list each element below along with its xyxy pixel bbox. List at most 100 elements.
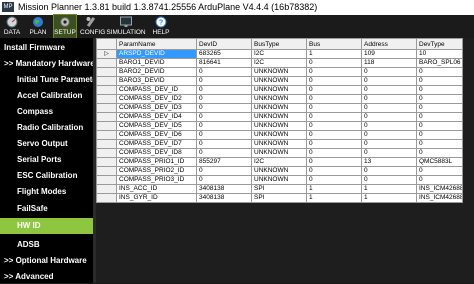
- table-cell[interactable]: COMPASS_DEV_ID5: [116, 121, 197, 131]
- table-cell[interactable]: 0: [361, 121, 417, 131]
- table-cell[interactable]: SPI: [251, 193, 307, 203]
- table-cell[interactable]: 0: [416, 130, 463, 140]
- table-cell[interactable]: 0: [306, 166, 362, 176]
- table-cell[interactable]: 0: [361, 94, 417, 104]
- table-row[interactable]: COMPASS_PRIO2_ID 0 UNKNOWN 0 0 0: [96, 166, 463, 176]
- config-button[interactable]: CONFIG: [80, 15, 105, 38]
- table-cell[interactable]: 0: [416, 67, 463, 77]
- row-header[interactable]: [96, 157, 117, 167]
- row-header[interactable]: [96, 184, 117, 194]
- table-cell[interactable]: I2C: [251, 58, 307, 68]
- sidebar-item-adsb[interactable]: ADSB: [0, 237, 93, 252]
- table-cell[interactable]: COMPASS_PRIO3_ID: [116, 175, 197, 185]
- table-cell[interactable]: 1: [361, 184, 417, 194]
- table-cell[interactable]: 0: [306, 76, 362, 86]
- sidebar-item-serial-ports[interactable]: Serial Ports: [0, 152, 93, 167]
- table-cell[interactable]: COMPASS_PRIO2_ID: [116, 166, 197, 176]
- plan-button[interactable]: PLAN: [27, 15, 49, 38]
- table-row[interactable]: COMPASS_PRIO3_ID 0 UNKNOWN 0 0 0: [96, 175, 463, 185]
- table-cell[interactable]: 0: [196, 175, 252, 185]
- row-header[interactable]: ▷: [96, 49, 117, 59]
- table-cell[interactable]: 0: [416, 112, 463, 122]
- table-cell[interactable]: 0: [306, 148, 362, 158]
- setup-button[interactable]: SETUP: [53, 14, 77, 39]
- table-cell[interactable]: COMPASS_DEV_ID: [116, 85, 197, 95]
- sidebar-item-compass[interactable]: Compass: [0, 104, 93, 119]
- table-cell[interactable]: 0: [361, 103, 417, 113]
- column-header-devid[interactable]: DevID: [196, 38, 252, 50]
- table-cell[interactable]: COMPASS_DEV_ID3: [116, 103, 197, 113]
- table-cell[interactable]: 0: [306, 94, 362, 104]
- table-cell[interactable]: COMPASS_DEV_ID6: [116, 130, 197, 140]
- sidebar-item-initial-tune[interactable]: Initial Tune Paramete: [0, 72, 93, 87]
- column-header-address[interactable]: Address: [361, 38, 417, 50]
- table-cell[interactable]: INS_ICM42688: [416, 184, 463, 194]
- table-cell[interactable]: 0: [196, 121, 252, 131]
- table-cell[interactable]: 0: [416, 103, 463, 113]
- table-cell[interactable]: BARO3_DEVID: [116, 76, 197, 86]
- table-cell[interactable]: UNKNOWN: [251, 148, 307, 158]
- sidebar-item-accel-calibration[interactable]: Accel Calibration: [0, 88, 93, 103]
- table-cell[interactable]: 0: [306, 58, 362, 68]
- row-header[interactable]: [96, 139, 117, 149]
- sidebar-item-servo-output[interactable]: Servo Output: [0, 136, 93, 151]
- table-cell[interactable]: 1: [306, 49, 362, 59]
- table-cell[interactable]: UNKNOWN: [251, 76, 307, 86]
- table-cell[interactable]: 0: [416, 121, 463, 131]
- table-cell[interactable]: UNKNOWN: [251, 94, 307, 104]
- table-cell[interactable]: COMPASS_DEV_ID7: [116, 139, 197, 149]
- table-row[interactable]: BARO2_DEVID 0 UNKNOWN 0 0 0: [96, 67, 463, 77]
- table-cell[interactable]: 0: [196, 76, 252, 86]
- table-cell[interactable]: UNKNOWN: [251, 67, 307, 77]
- row-header[interactable]: [96, 76, 117, 86]
- table-cell[interactable]: 0: [306, 67, 362, 77]
- row-header[interactable]: [96, 85, 117, 95]
- table-cell[interactable]: 0: [306, 157, 362, 167]
- sidebar-item-advanced[interactable]: >> Advanced: [0, 269, 93, 284]
- table-cell[interactable]: 0: [361, 139, 417, 149]
- table-row[interactable]: COMPASS_DEV_ID3 0 UNKNOWN 0 0 0: [96, 103, 463, 113]
- table-cell[interactable]: COMPASS_DEV_ID4: [116, 112, 197, 122]
- table-cell[interactable]: UNKNOWN: [251, 166, 307, 176]
- table-row[interactable]: COMPASS_DEV_ID7 0 UNKNOWN 0 0 0: [96, 139, 463, 149]
- table-cell[interactable]: 0: [306, 85, 362, 95]
- table-cell[interactable]: 0: [416, 175, 463, 185]
- sidebar-item-optional-hardware[interactable]: >> Optional Hardware: [0, 253, 93, 268]
- table-cell[interactable]: 3408138: [196, 193, 252, 203]
- table-cell[interactable]: 13: [361, 157, 417, 167]
- table-cell[interactable]: 1: [306, 184, 362, 194]
- table-cell[interactable]: BARO_SPL06: [416, 58, 463, 68]
- table-cell[interactable]: 0: [361, 175, 417, 185]
- table-cell[interactable]: COMPASS_DEV_ID8: [116, 148, 197, 158]
- table-cell[interactable]: SPI: [251, 184, 307, 194]
- table-cell[interactable]: INS_ICM42688: [416, 193, 463, 203]
- data-button[interactable]: DATA: [1, 15, 23, 38]
- column-header-devtype[interactable]: DevType: [416, 38, 463, 50]
- table-cell[interactable]: 0: [416, 76, 463, 86]
- sidebar-item-flight-modes[interactable]: Flight Modes: [0, 184, 93, 199]
- table-row[interactable]: COMPASS_DEV_ID2 0 UNKNOWN 0 0 0: [96, 94, 463, 104]
- table-cell[interactable]: BARO1_DEVID: [116, 58, 197, 68]
- table-cell[interactable]: 0: [361, 112, 417, 122]
- table-cell[interactable]: UNKNOWN: [251, 139, 307, 149]
- table-row[interactable]: BARO1_DEVID 816641 I2C 0 118 BARO_SPL06: [96, 58, 463, 68]
- table-row[interactable]: INS_ACC_ID 3408138 SPI 1 1 INS_ICM42688: [96, 184, 463, 194]
- table-cell[interactable]: QMC5883L: [416, 157, 463, 167]
- table-row[interactable]: COMPASS_DEV_ID4 0 UNKNOWN 0 0 0: [96, 112, 463, 122]
- table-cell[interactable]: 1: [361, 193, 417, 203]
- table-cell[interactable]: 0: [361, 76, 417, 86]
- row-header[interactable]: [96, 175, 117, 185]
- table-row[interactable]: COMPASS_DEV_ID8 0 UNKNOWN 0 0 0: [96, 148, 463, 158]
- table-cell[interactable]: ARSPD_DEVID: [116, 49, 197, 59]
- table-cell[interactable]: 0: [196, 85, 252, 95]
- row-header[interactable]: [96, 67, 117, 77]
- table-cell[interactable]: 0: [416, 148, 463, 158]
- simulation-button[interactable]: SIMULATION: [106, 15, 146, 38]
- table-cell[interactable]: 109: [361, 49, 417, 59]
- table-cell[interactable]: 0: [306, 121, 362, 131]
- table-cell[interactable]: 0: [196, 148, 252, 158]
- table-cell[interactable]: I2C: [251, 157, 307, 167]
- table-cell[interactable]: I2C: [251, 49, 307, 59]
- sidebar-item-esc-calibration[interactable]: ESC Calibration: [0, 168, 93, 183]
- table-row[interactable]: COMPASS_DEV_ID6 0 UNKNOWN 0 0 0: [96, 130, 463, 140]
